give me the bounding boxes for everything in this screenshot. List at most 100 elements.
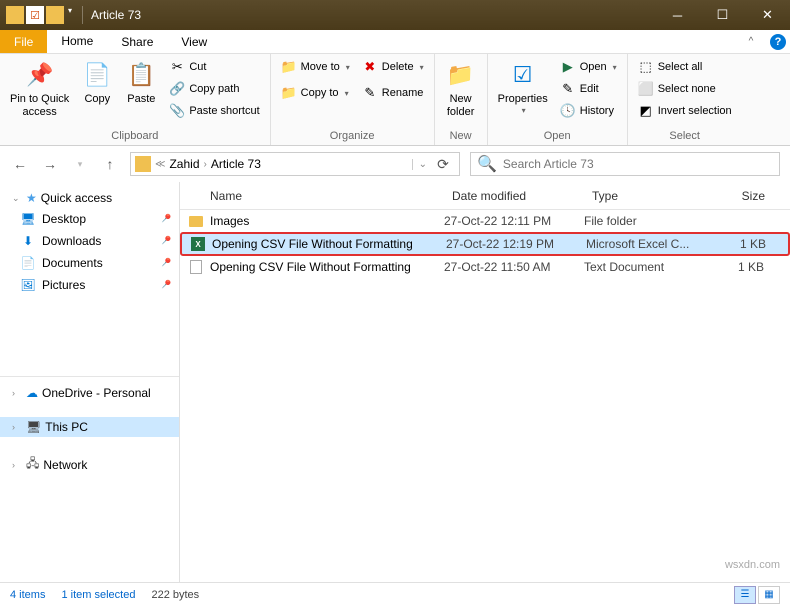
chevron-icon[interactable]: › [204,159,207,170]
select-none-button[interactable]: ⬜Select none [634,79,736,99]
file-type: Microsoft Excel C... [586,237,706,251]
file-date: 27-Oct-22 11:50 AM [444,260,584,274]
maximize-button[interactable]: ☐ [700,0,745,30]
cut-icon: ✂ [169,59,185,75]
column-name[interactable]: Name [180,189,444,203]
select-all-icon: ⬚ [638,59,654,75]
file-icon [188,213,204,229]
file-size: 1 KB [704,260,774,274]
watermark: wsxdn.com [725,559,780,571]
history-dropdown[interactable]: ⌄ [412,159,427,170]
chevron-down-icon: ▾ [420,63,424,72]
edit-icon: ✎ [560,81,576,97]
move-to-button[interactable]: 📁Move to▾ [277,57,354,77]
nav-downloads[interactable]: ⬇Downloads📍 [0,230,179,252]
tab-home[interactable]: Home [47,30,107,53]
copy-icon: 📄 [81,59,113,91]
search-icon: 🔍 [477,154,497,174]
chevron-down-icon: ▾ [345,89,349,98]
column-type[interactable]: Type [584,189,704,203]
open-button[interactable]: ▶Open▾ [556,57,621,77]
quick-access-section[interactable]: ⌄★Quick access [0,188,179,208]
path-segment[interactable]: Article 73 [211,157,261,171]
nav-this-pc[interactable]: ›🖥This PC [0,417,179,437]
documents-icon: 📄 [20,255,36,271]
status-item-count: 4 items [10,589,45,601]
invert-selection-button[interactable]: ◩Invert selection [634,101,736,121]
history-button[interactable]: 🕓History [556,101,621,121]
cut-button[interactable]: ✂Cut [165,57,263,77]
pin-to-quick-access-button[interactable]: 📌 Pin to Quick access [6,57,73,121]
copy-to-button[interactable]: 📁Copy to▾ [277,83,354,103]
file-row[interactable]: Images27-Oct-22 12:11 PMFile folder [180,210,790,232]
nav-pictures[interactable]: 🖼Pictures📍 [0,274,179,296]
shortcut-icon: 📎 [169,103,185,119]
rename-button[interactable]: ✎Rename [358,83,428,103]
chevron-down-icon: ▾ [522,106,526,116]
address-bar: ← → ▾ ↑ ≪ Zahid › Article 73 ⌄ ⟳ 🔍 [0,146,790,182]
group-organize: 📁Move to▾ 📁Copy to▾ ✖Delete▾ ✎Rename Org… [271,54,435,145]
properties-button[interactable]: ☑ Properties ▾ [494,57,552,118]
pin-icon: 📍 [156,233,173,250]
refresh-button[interactable]: ⟳ [431,154,455,174]
select-all-button[interactable]: ⬚Select all [634,57,736,77]
qat-icon[interactable]: ☑ [26,6,44,24]
status-selected: 1 item selected [61,589,135,601]
paste-shortcut-button[interactable]: 📎Paste shortcut [165,101,263,121]
up-button[interactable]: ↑ [100,154,120,174]
minimize-button[interactable]: ─ [655,0,700,30]
copy-path-button[interactable]: 🔗Copy path [165,79,263,99]
group-new: 📁 New folder New [435,54,488,145]
thumbnails-view-button[interactable]: ▦ [758,586,780,604]
properties-icon: ☑ [507,59,539,91]
nav-network[interactable]: ›🖧Network [0,451,179,478]
breadcrumb[interactable]: ≪ Zahid › Article 73 ⌄ ⟳ [130,152,460,176]
column-size[interactable]: Size [704,189,774,203]
chevron-down-icon[interactable]: ▾ [68,6,72,24]
tab-file[interactable]: File [0,30,47,53]
nav-desktop[interactable]: 🖥Desktop📍 [0,208,179,230]
nav-onedrive[interactable]: ›☁OneDrive - Personal [0,383,179,403]
pin-icon: 📍 [156,255,173,272]
invert-icon: ◩ [638,103,654,119]
chevron-down-icon: ▾ [346,63,350,72]
file-icon: X [190,236,206,252]
group-label: New [441,128,481,142]
file-name: Opening CSV File Without Formatting [212,237,413,251]
column-date[interactable]: Date modified [444,189,584,203]
file-name: Opening CSV File Without Formatting [210,260,411,274]
select-none-icon: ⬜ [638,81,654,97]
open-icon: ▶ [560,59,576,75]
forward-button[interactable]: → [40,154,60,174]
search-input[interactable] [503,157,773,171]
downloads-icon: ⬇ [20,233,36,249]
group-label: Clipboard [6,128,264,142]
new-folder-button[interactable]: 📁 New folder [441,57,481,121]
file-row[interactable]: X Opening CSV File Without Formatting 27-O… [180,232,790,256]
file-row[interactable]: Opening CSV File Without Formatting 27-Oc… [180,256,790,278]
new-folder-icon: 📁 [445,59,477,91]
file-type: Text Document [584,260,704,274]
search-box[interactable]: 🔍 [470,152,780,176]
path-segment[interactable]: Zahid [169,157,199,171]
tab-view[interactable]: View [167,30,221,53]
copy-button[interactable]: 📄 Copy [77,57,117,108]
help-button[interactable]: ? [766,30,790,53]
delete-button[interactable]: ✖Delete▾ [358,57,428,77]
nav-documents[interactable]: 📄Documents📍 [0,252,179,274]
back-button[interactable]: ← [10,154,30,174]
pin-icon: 📍 [156,211,173,228]
edit-button[interactable]: ✎Edit [556,79,621,99]
details-view-button[interactable]: ☰ [734,586,756,604]
file-icon [188,259,204,275]
close-button[interactable]: ✕ [745,0,790,30]
chevron-icon[interactable]: ≪ [155,159,165,170]
file-size: 1 KB [706,237,776,251]
copy-to-icon: 📁 [281,85,297,101]
group-open: ☑ Properties ▾ ▶Open▾ ✎Edit 🕓History Ope… [488,54,628,145]
paste-button[interactable]: 📋 Paste [121,57,161,108]
recent-button[interactable]: ▾ [70,154,90,174]
tab-share[interactable]: Share [107,30,167,53]
collapse-ribbon-button[interactable]: ^ [736,30,766,53]
file-date: 27-Oct-22 12:19 PM [446,237,586,251]
